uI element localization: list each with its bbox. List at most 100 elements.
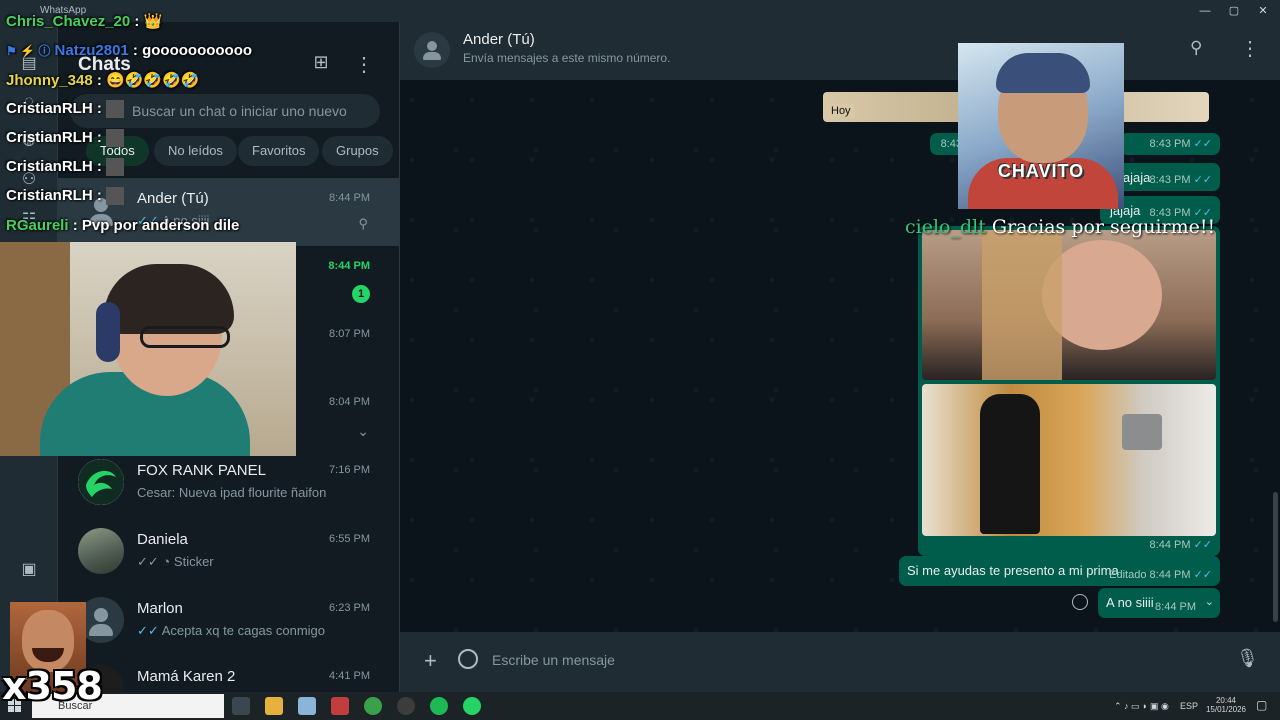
chevron-down-icon[interactable]: ⌄ — [1205, 595, 1214, 608]
chrome-icon[interactable] — [364, 697, 382, 715]
conversation-panel: Ander (Tú) Envía mensajes a este mismo n… — [400, 22, 1280, 692]
counter-overlay: x358 — [2, 664, 103, 708]
conversation-header[interactable]: Ander (Tú) Envía mensajes a este mismo n… — [400, 22, 1280, 80]
chat-time: 8:44 PM — [328, 260, 370, 272]
chat-time: 6:23 PM — [329, 602, 370, 614]
menu-icon[interactable]: ⋮ — [1240, 36, 1260, 61]
sticker-icon[interactable] — [458, 649, 478, 669]
photo-1[interactable] — [922, 230, 1216, 380]
stream-chat-line: CristianRLH : — [6, 158, 125, 177]
stream-chat-line: CristianRLH : — [6, 100, 125, 119]
chat-time: 7:16 PM — [329, 464, 370, 476]
message-bubble[interactable]: A no siiii 8:44 PM ⌄ — [1098, 588, 1220, 618]
message-time: 8:44 PM ✓✓ — [1149, 539, 1212, 551]
react-emoji-icon[interactable] — [1072, 594, 1088, 610]
emote-icon — [106, 158, 125, 177]
chat-name: Marlon — [137, 600, 183, 617]
obs-icon[interactable] — [397, 697, 415, 715]
search-icon[interactable]: ⚲ — [1190, 38, 1202, 58]
taskbar: Buscar ⌃ ♪ ▭ ◗ ▣ ◉ ESP 20:44 15/01/2026 ▢ — [0, 692, 1280, 720]
stream-chat-line: CristianRLH : — [6, 129, 125, 148]
chat-name: Daniela — [137, 531, 188, 548]
tray-icons[interactable]: ⌃ ♪ ▭ ◗ ▣ ◉ — [1114, 701, 1169, 712]
emote-icon — [106, 187, 125, 206]
attach-icon[interactable]: + — [424, 648, 437, 674]
composer: + Escribe un mensaje 🎙 — [400, 632, 1280, 692]
image-message[interactable]: 8:44 PM ✓✓ — [918, 226, 1220, 556]
chat-row-mama-karen[interactable]: Mamá Karen 2 4:41 PM — [58, 656, 400, 692]
message-time: 8:44 PM — [1155, 601, 1196, 613]
follow-alert-image: CHAVITO — [958, 43, 1124, 209]
media-icon[interactable]: ▣ — [17, 558, 41, 582]
notepad-icon[interactable] — [298, 697, 316, 715]
webcam-hair — [104, 264, 234, 334]
message-input[interactable]: Escribe un mensaje — [492, 652, 615, 668]
photo-2[interactable] — [922, 384, 1216, 536]
photo-figure — [980, 394, 1040, 534]
close-button[interactable]: ✕ — [1246, 2, 1280, 20]
new-chat-icon[interactable]: ⊞ — [308, 52, 334, 78]
microphone-icon[interactable]: 🎙 — [1236, 648, 1259, 669]
chat-row-marlon[interactable]: Marlon 6:23 PM ✓✓ Acepta xq te cagas con… — [58, 588, 400, 656]
reaction-face — [22, 610, 74, 672]
message-time: Editado 8:44 PM ✓✓ — [1109, 569, 1212, 581]
sticker-icon: ◔ — [162, 554, 171, 569]
pin-icon: ⚲ — [358, 216, 368, 231]
chat-name: Mamá Karen 2 — [137, 668, 236, 685]
emote-icon — [106, 100, 125, 119]
chat-time: 4:41 PM — [329, 670, 370, 682]
avatar — [78, 528, 124, 574]
stream-chat-line: ⚑ ⚡ ⓘ Natzu2801 : gooooooooooo — [6, 42, 253, 59]
contact-subtitle: Envía mensajes a este mismo número. — [463, 51, 671, 65]
stream-chat-line: Chris_Chavez_20 : 👑 — [6, 13, 163, 30]
scrollbar[interactable] — [1273, 492, 1278, 622]
chat-time: 8:04 PM — [329, 396, 370, 408]
clock[interactable]: 20:44 15/01/2026 — [1204, 696, 1248, 714]
photo-dryer — [1122, 414, 1162, 450]
chat-time: 8:44 PM — [329, 192, 370, 204]
avatar — [78, 459, 124, 505]
message-bubble[interactable]: 8:43 PM ✓✓ — [1120, 133, 1220, 155]
filter-favorites[interactable]: Favoritos — [238, 136, 320, 166]
language-indicator[interactable]: ESP — [1180, 701, 1198, 711]
message-bubble[interactable]: jajaja 8:43 PM ✓✓ — [1110, 163, 1220, 191]
follower-name: cielo_dlt — [905, 216, 986, 238]
webcam-glasses — [140, 326, 230, 348]
follower-message: Gracias por seguirme!! — [991, 216, 1216, 238]
stream-chat-line: RGaureli : Pvp por anderson dile — [6, 217, 240, 234]
file-explorer-icon[interactable] — [265, 697, 283, 715]
message-text: A no siiii — [1106, 595, 1154, 610]
chevron-down-icon[interactable]: ⌄ — [357, 423, 369, 440]
message-bubble[interactable]: Si me ayudas te presento a mi prima Edit… — [899, 556, 1220, 586]
app-icon[interactable] — [331, 697, 349, 715]
spotify-icon[interactable] — [430, 697, 448, 715]
stream-chat-line: CristianRLH : — [6, 187, 125, 206]
menu-icon[interactable]: ⋮ — [352, 52, 376, 78]
task-view-icon[interactable] — [232, 697, 250, 715]
webcam-headset — [96, 302, 120, 362]
message-time: 8:43 PM ✓✓ — [1149, 174, 1212, 186]
filter-groups[interactable]: Grupos — [322, 136, 393, 166]
stream-chat-line: Jhonny_348 : 😄🤣🤣🤣🤣 — [6, 72, 200, 89]
chat-time: 8:07 PM — [329, 328, 370, 340]
follow-alert-text: cielo_dlt Gracias por seguirme!! — [905, 216, 1215, 238]
filter-unread[interactable]: No leídos — [154, 136, 237, 166]
message-text: jajaja — [1120, 170, 1151, 185]
alert-caption: CHAVITO — [997, 161, 1085, 181]
chat-preview: Cesar: Nueva ipad flourite ñaifon — [137, 485, 327, 500]
unread-badge: 1 — [352, 285, 370, 303]
chat-row-daniela[interactable]: Daniela 6:55 PM ✓✓ ◔ Sticker — [58, 519, 400, 587]
whatsapp-icon[interactable] — [463, 697, 481, 715]
avatar — [414, 32, 450, 68]
notifications-icon[interactable]: ▢ — [1256, 698, 1267, 712]
chat-row-fox-rank-panel[interactable]: FOX RANK PANEL 7:16 PM Cesar: Nueva ipad… — [58, 450, 400, 518]
photo-hair — [982, 230, 1062, 380]
title-bar: WhatsApp — ▢ ✕ — [0, 0, 1280, 22]
read-ticks-icon: ✓✓ — [137, 623, 159, 638]
webcam-overlay — [0, 242, 296, 456]
message-text: Si me ayudas te presento a mi prima — [907, 563, 1119, 578]
delivered-ticks-icon: ✓✓ — [137, 554, 159, 569]
chat-preview: ✓✓ Acepta xq te cagas conmigo — [137, 623, 326, 638]
emote-icon — [106, 129, 125, 148]
alert-hair — [996, 53, 1090, 93]
